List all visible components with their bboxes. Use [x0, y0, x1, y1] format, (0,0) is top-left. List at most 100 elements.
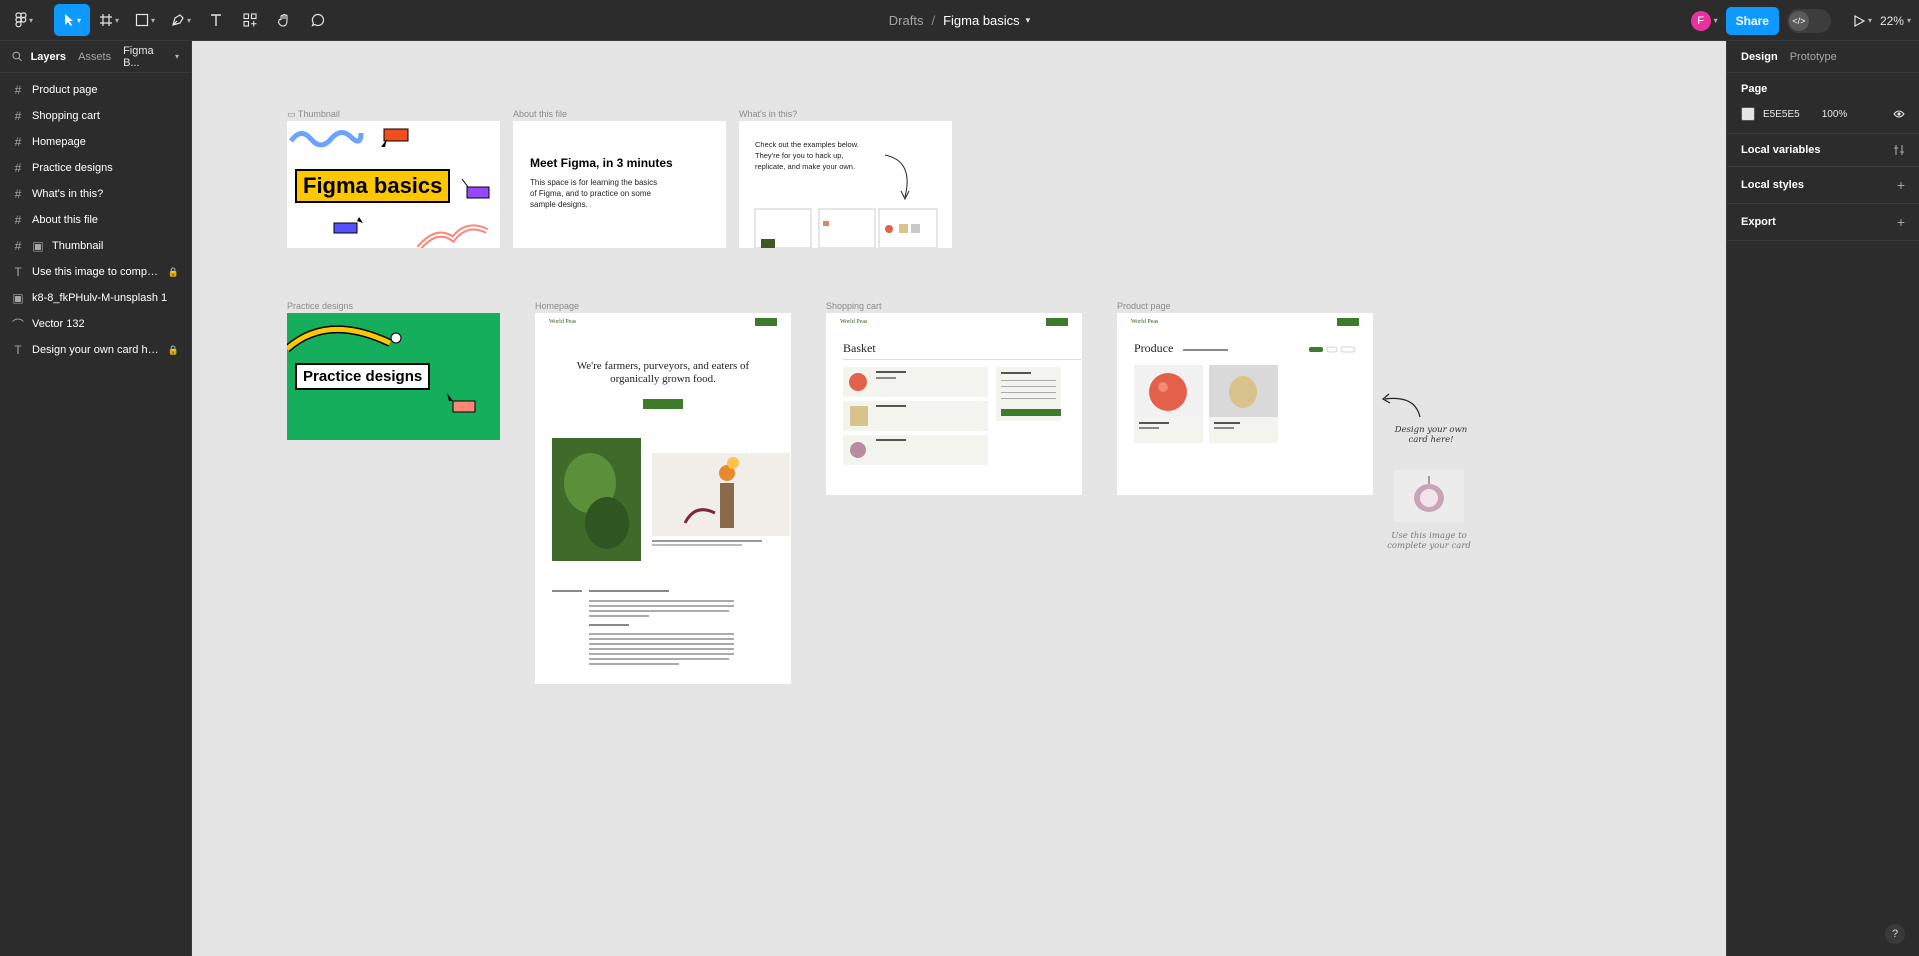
- layer-item[interactable]: # ▣ Thumbnail: [0, 233, 191, 259]
- frame-about[interactable]: Meet Figma, in 3 minutes This space is f…: [513, 121, 726, 248]
- page-color-row[interactable]: E5E5E5 100%: [1741, 107, 1905, 121]
- design-panel: Design Prototype Page E5E5E5 100% Local …: [1726, 41, 1919, 956]
- local-variables-section[interactable]: Local variables: [1727, 134, 1919, 167]
- frame-icon: #: [14, 83, 22, 97]
- thumbnail-title: Figma basics: [295, 169, 451, 203]
- layers-panel: Layers Assets Figma B... ▾ # Product page…: [0, 41, 192, 956]
- pen-tool-button[interactable]: ▾: [164, 4, 198, 36]
- tab-layers[interactable]: Layers: [31, 51, 66, 63]
- toolbar-right: F ▾ Share </> ▾ 22% ▾: [1690, 0, 1911, 41]
- frame-whats[interactable]: Check out the examples below. They're fo…: [739, 121, 952, 248]
- resources-icon: [243, 13, 257, 27]
- zoom-menu[interactable]: 22% ▾: [1880, 14, 1911, 28]
- local-styles-label: Local styles: [1741, 179, 1804, 191]
- frame-label-practice[interactable]: Practice designs: [287, 301, 353, 311]
- image-icon: ▣: [12, 291, 24, 305]
- chevron-down-icon: ▾: [186, 15, 191, 25]
- layer-item[interactable]: # Practice designs: [0, 155, 191, 181]
- chevron-down-icon: ▾: [1713, 16, 1718, 25]
- layer-label: About this file: [32, 214, 99, 226]
- layer-label: Design your own card here!: [32, 344, 160, 356]
- canvas[interactable]: ▭ Thumbnail Figma basics About this file…: [192, 41, 1726, 956]
- variables-icon[interactable]: [1893, 144, 1905, 156]
- page-opacity[interactable]: 100%: [1822, 109, 1848, 120]
- color-swatch[interactable]: [1741, 107, 1755, 121]
- chevron-down-icon[interactable]: ▾: [1026, 15, 1031, 26]
- avatar: F: [1690, 10, 1711, 31]
- top-toolbar: ▾ ▾ ▾ ▾ ▾ Drafts / Figma basics ▾ F ▾ Sh…: [0, 0, 1919, 41]
- help-button[interactable]: ?: [1885, 924, 1905, 944]
- whats-decoration: [754, 154, 938, 248]
- local-styles-section[interactable]: Local styles +: [1727, 167, 1919, 204]
- frame-homepage[interactable]: World Peas We're farmers, purveyors, and…: [535, 313, 791, 684]
- frame-product[interactable]: World Peas Produce: [1117, 313, 1373, 495]
- frame-icon: #: [14, 213, 22, 227]
- page-selector[interactable]: Figma B... ▾: [123, 45, 179, 69]
- breadcrumb-separator: /: [931, 13, 936, 28]
- file-title[interactable]: Figma basics: [943, 13, 1020, 28]
- dev-mode-toggle[interactable]: </>: [1786, 8, 1831, 33]
- onion-image[interactable]: [1394, 470, 1464, 522]
- breadcrumb-drafts[interactable]: Drafts: [889, 13, 924, 28]
- frame-icon: #: [14, 187, 22, 201]
- layer-label: Shopping cart: [32, 110, 100, 122]
- local-variables-label: Local variables: [1741, 144, 1821, 156]
- main-menu-button[interactable]: ▾: [8, 4, 40, 36]
- frame-icon: [99, 14, 112, 26]
- pen-icon: [172, 14, 184, 26]
- add-icon[interactable]: +: [1897, 177, 1905, 193]
- lock-icon[interactable]: 🔒: [168, 267, 179, 278]
- layer-item[interactable]: # Shopping cart: [0, 103, 191, 129]
- page-section: Page E5E5E5 100%: [1727, 73, 1919, 134]
- figma-app: ▾ ▾ ▾ ▾ ▾ Drafts / Figma basics ▾ F ▾ Sh…: [0, 0, 1919, 956]
- frame-thumbnail[interactable]: Figma basics: [287, 121, 500, 248]
- frame-label-product[interactable]: Product page: [1117, 301, 1171, 311]
- chevron-down-icon: ▾: [114, 15, 119, 25]
- layer-item[interactable]: ▣ k8-8_fkPHulv-M-unsplash 1: [0, 285, 191, 311]
- layer-item[interactable]: # Product page: [0, 77, 191, 103]
- add-icon[interactable]: +: [1897, 214, 1905, 230]
- layer-item[interactable]: # Homepage: [0, 129, 191, 155]
- layer-item[interactable]: ⌒ Vector 132: [0, 311, 191, 337]
- comment-tool-button[interactable]: [302, 4, 334, 36]
- text-tool-button[interactable]: [200, 4, 232, 36]
- chevron-down-icon: ▾: [174, 52, 179, 61]
- play-icon: [1854, 14, 1865, 27]
- layer-label: Use this image to comple...: [32, 266, 160, 278]
- user-avatar-menu[interactable]: F ▾: [1690, 10, 1718, 31]
- frame-label-homepage[interactable]: Homepage: [535, 301, 579, 311]
- layer-item[interactable]: # What's in this?: [0, 181, 191, 207]
- eye-icon[interactable]: [1893, 110, 1905, 118]
- code-icon: </>: [1788, 10, 1809, 31]
- tab-design[interactable]: Design: [1741, 51, 1778, 63]
- hand-tool-button[interactable]: [268, 4, 300, 36]
- text-icon: [211, 14, 221, 26]
- frame-label-cart[interactable]: Shopping cart: [826, 301, 882, 311]
- frame-label-whats[interactable]: What's in this?: [739, 109, 797, 119]
- search-icon[interactable]: [12, 51, 23, 62]
- shape-tool-button[interactable]: ▾: [128, 4, 162, 36]
- layer-item[interactable]: T Use this image to comple... 🔒: [0, 259, 191, 285]
- present-button[interactable]: ▾: [1853, 14, 1872, 27]
- layer-label: Homepage: [32, 136, 86, 148]
- frame-practice[interactable]: Practice designs: [287, 313, 500, 440]
- hand-icon: [277, 13, 288, 27]
- layer-item[interactable]: T Design your own card here! 🔒: [0, 337, 191, 363]
- layer-item[interactable]: # About this file: [0, 207, 191, 233]
- frame-tool-button[interactable]: ▾: [92, 4, 126, 36]
- layer-label: Thumbnail: [52, 240, 104, 252]
- frame-label-about[interactable]: About this file: [513, 109, 567, 119]
- page-color-hex[interactable]: E5E5E5: [1763, 109, 1800, 120]
- tab-assets[interactable]: Assets: [78, 51, 111, 63]
- frame-label-thumbnail[interactable]: ▭ Thumbnail: [287, 109, 340, 120]
- share-button[interactable]: Share: [1725, 6, 1779, 35]
- export-section[interactable]: Export +: [1727, 204, 1919, 241]
- onion-graphic: [1414, 476, 1444, 512]
- lock-icon[interactable]: 🔒: [168, 345, 179, 356]
- frame-cart[interactable]: World Peas Basket: [826, 313, 1082, 495]
- move-tool-button[interactable]: ▾: [54, 4, 90, 36]
- rectangle-icon: [135, 13, 149, 27]
- resources-button[interactable]: [234, 4, 266, 36]
- text-icon: T: [14, 343, 22, 357]
- tab-prototype[interactable]: Prototype: [1790, 51, 1837, 63]
